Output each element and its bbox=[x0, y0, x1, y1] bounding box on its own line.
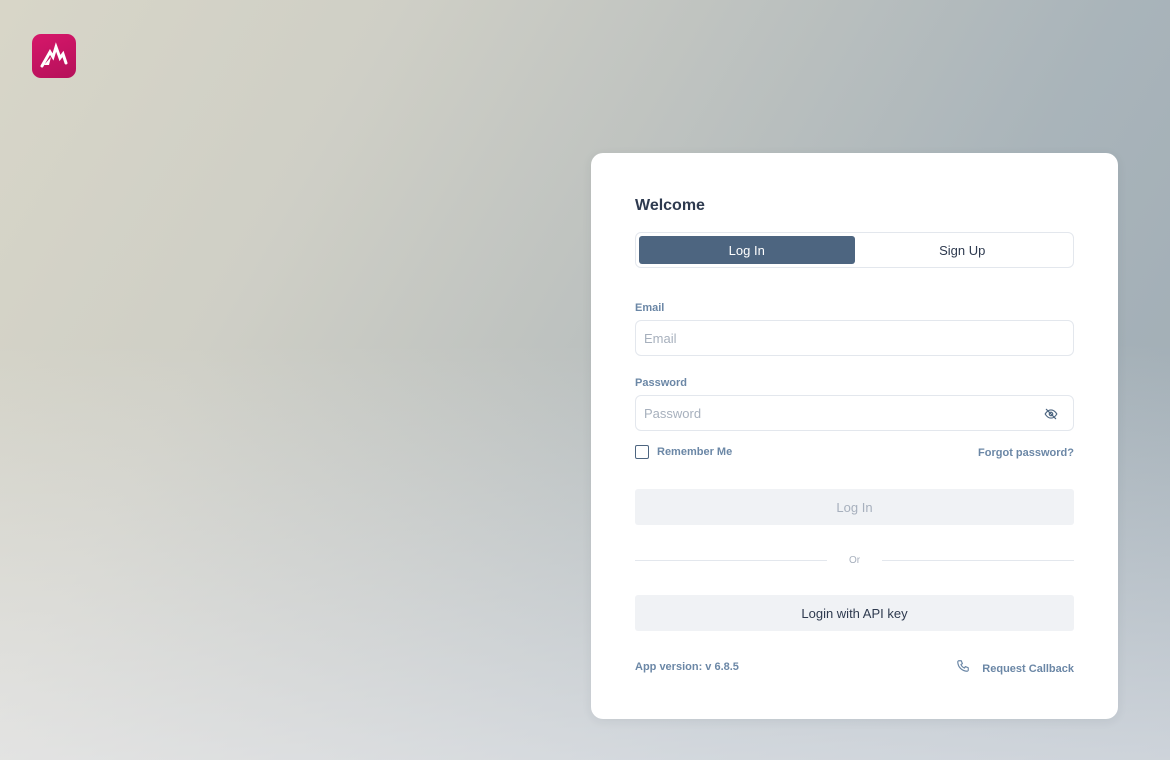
forgot-password-link[interactable]: Forgot password? bbox=[978, 447, 1074, 459]
or-divider: Or bbox=[635, 553, 1075, 567]
email-field[interactable] bbox=[635, 320, 1074, 356]
eye-off-icon[interactable] bbox=[1043, 406, 1059, 422]
tab-log-in[interactable]: Log In bbox=[639, 236, 855, 264]
card-title: Welcome bbox=[635, 197, 705, 214]
login-with-api-key-button[interactable]: Login with API key bbox=[635, 595, 1074, 631]
auth-tabs: Log In Sign Up bbox=[635, 232, 1074, 268]
phone-icon bbox=[956, 659, 970, 678]
divider-line-right bbox=[882, 559, 1075, 561]
email-label: Email bbox=[635, 302, 665, 314]
app-version: App version: v 6.8.5 bbox=[635, 661, 739, 673]
password-field[interactable] bbox=[635, 395, 1074, 431]
login-card: Welcome Log In Sign Up Email Password Re… bbox=[591, 153, 1118, 719]
request-callback-link[interactable]: Request Callback bbox=[956, 659, 1074, 678]
tab-sign-up[interactable]: Sign Up bbox=[855, 236, 1071, 264]
password-label: Password bbox=[635, 377, 687, 389]
remember-me[interactable]: Remember Me bbox=[635, 445, 732, 459]
divider-text: Or bbox=[848, 554, 861, 566]
log-in-button[interactable]: Log In bbox=[635, 489, 1074, 525]
request-callback-label: Request Callback bbox=[982, 662, 1074, 675]
remember-me-checkbox[interactable] bbox=[635, 445, 649, 459]
app-logo bbox=[32, 34, 76, 78]
remember-me-label: Remember Me bbox=[657, 446, 733, 458]
divider-line-left bbox=[635, 559, 827, 561]
mountain-peak-logo-icon bbox=[40, 42, 68, 68]
